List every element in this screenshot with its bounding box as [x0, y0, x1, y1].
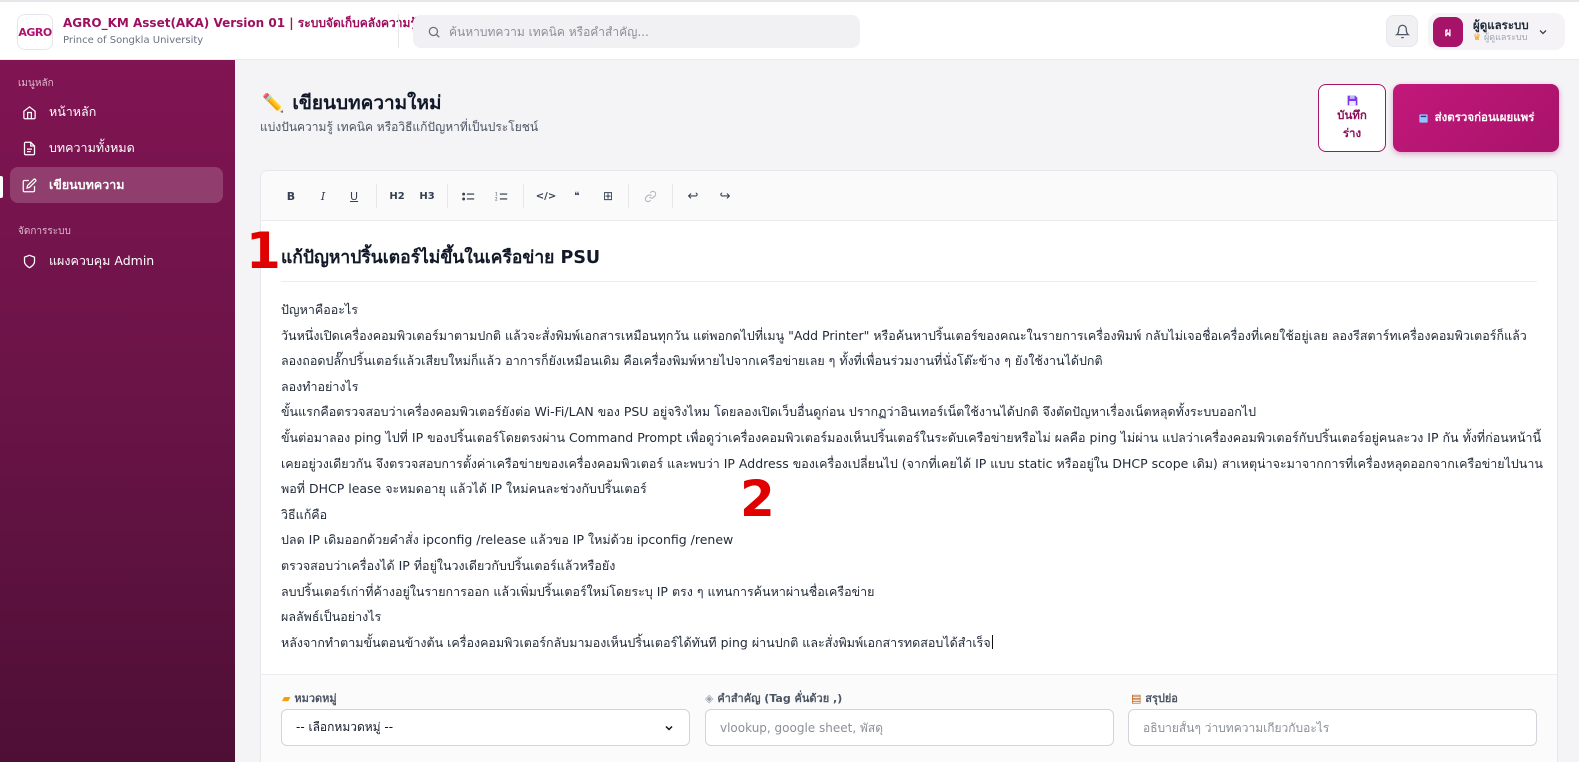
summary-field[interactable]	[1128, 709, 1537, 746]
header-divider	[398, 14, 399, 48]
text-caret	[991, 634, 993, 649]
italic-button[interactable]: I	[315, 186, 331, 206]
sidebar-section-admin: จัดการระบบ	[18, 226, 71, 237]
summary-input[interactable]	[1143, 720, 1522, 735]
body-paragraph: ขั้นแรกคือตรวจสอบว่าเครื่องคอมพิวเตอร์ยั…	[281, 404, 1257, 420]
sidebar-item-label: บทความทั้งหมด	[49, 140, 135, 155]
numbered-list-icon: 12	[495, 191, 507, 201]
save-draft-label-1: บันทึก	[1337, 107, 1367, 122]
sidebar-item-label: หน้าหลัก	[49, 104, 97, 119]
body-step: ลบปริ้นเตอร์เก่าที่ค้างอยู่ในรายการออก แ…	[281, 583, 875, 599]
bullet-list-icon	[461, 192, 474, 200]
user-menu[interactable]: ผ ผู้ดูแลระบบ ♛ ผู้ดูแลระบบ	[1428, 13, 1565, 50]
notification-button[interactable]	[1386, 15, 1418, 47]
sidebar-item-label: แผงควบคุม Admin	[49, 253, 155, 268]
app-subtitle: Prince of Songkla University	[63, 35, 204, 46]
sidebar-item-home[interactable]: หน้าหลัก	[10, 94, 223, 130]
page-title: ✏️ เขียนบทความใหม่	[262, 88, 442, 118]
category-label: ▰ หมวดหมู่	[282, 692, 337, 705]
bullet-list-button[interactable]	[459, 186, 477, 206]
user-name: ผู้ดูแลระบบ	[1473, 18, 1529, 33]
category-select[interactable]: -- เลือกหมวดหมู่ --	[281, 709, 690, 746]
category-value: -- เลือกหมวดหมู่ --	[296, 720, 394, 734]
body-paragraph: ขั้นต่อมาลอง ping ไปที่ IP ของปริ้นเตอร์…	[281, 429, 1543, 497]
body-heading: วิธีแก้คือ	[281, 506, 328, 522]
sidebar: เมนูหลัก หน้าหลัก บทความทั้งหมด เขียนบทค…	[0, 60, 235, 762]
folder-icon: ▰	[282, 692, 291, 705]
underline-button[interactable]: U	[346, 186, 362, 206]
edit-icon	[22, 178, 37, 192]
body-paragraph-last: หลังจากทำตามขั้นตอนข้างต้น เครื่องคอมพิว…	[281, 634, 993, 650]
body-step: ปลด IP เดิมออกด้วยคำสั่ง ipconfig /relea…	[281, 532, 734, 548]
page-subtitle: แบ่งปันความรู้ เทคนิค หรือวิธีแก้ปัญหาที…	[260, 120, 539, 134]
editor-toolbar: B I U H2 H3 12 </> ❝ ⊞ ↩ ↪	[261, 171, 1557, 221]
sidebar-item-write[interactable]: เขียนบทความ	[10, 167, 223, 203]
heading3-button[interactable]: H3	[417, 186, 437, 206]
app-title: AGRO_KM Asset(AKA) Version 01 | ระบบจัดเ…	[63, 16, 417, 30]
bold-button[interactable]: B	[283, 186, 299, 206]
annotation-marker-1: 1	[246, 222, 281, 280]
active-indicator	[0, 176, 3, 198]
search-input[interactable]	[449, 24, 849, 39]
undo-button[interactable]: ↩	[684, 186, 702, 206]
svg-text:2: 2	[495, 196, 498, 201]
chevron-down-icon	[665, 725, 673, 731]
redo-button[interactable]: ↪	[716, 186, 734, 206]
save-draft-label-2: ร่าง	[1342, 125, 1362, 140]
submit-review-button[interactable]: ส่งตรวจก่อนเผยแพร่	[1393, 84, 1559, 152]
heading2-button[interactable]: H2	[387, 186, 407, 206]
tags-field[interactable]	[705, 709, 1114, 746]
body-heading: ลองทำอย่างไร	[281, 378, 359, 394]
annotation-marker-2: 2	[740, 470, 775, 528]
chevron-down-icon	[1539, 29, 1547, 34]
search-icon	[428, 26, 440, 38]
avatar: ผ	[1433, 16, 1463, 47]
crown-icon: ♛	[1473, 32, 1482, 43]
top-header: AGRO AGRO_KM Asset(AKA) Version 01 | ระบ…	[0, 0, 1579, 60]
app-logo[interactable]: AGRO	[17, 14, 53, 50]
body-paragraph: วันหนึ่งเปิดเครื่องคอมพิวเตอร์มาตามปกติ …	[281, 327, 1527, 369]
title-divider	[281, 281, 1537, 282]
book-icon	[1418, 113, 1428, 123]
link-button[interactable]	[641, 186, 659, 206]
toolbar-divider	[447, 184, 448, 208]
quote-button[interactable]: ❝	[569, 186, 585, 206]
numbered-list-button[interactable]: 12	[492, 186, 510, 206]
pencil-icon: ✏️	[262, 92, 285, 114]
tag-icon: ◈	[705, 692, 714, 705]
search-box[interactable]	[413, 15, 860, 48]
save-draft-button[interactable]: บันทึก ร่าง	[1318, 84, 1386, 152]
toolbar-divider	[672, 184, 673, 208]
bell-icon	[1394, 24, 1410, 38]
sidebar-section-main: เมนูหลัก	[18, 78, 54, 89]
submit-review-label: ส่งตรวจก่อนเผยแพร่	[1434, 110, 1535, 124]
body-step: ตรวจสอบว่าเครื่องได้ IP ที่อยู่ในวงเดียว…	[281, 557, 616, 573]
table-button[interactable]: ⊞	[600, 186, 616, 206]
sidebar-item-articles[interactable]: บทความทั้งหมด	[10, 130, 223, 166]
shield-icon	[23, 254, 36, 268]
body-heading: ปัญหาคืออะไร	[281, 302, 358, 317]
clipboard-icon: ▤	[1131, 692, 1142, 705]
summary-label: ▤ สรุปย่อ	[1131, 692, 1178, 705]
article-title[interactable]: แก้ปัญหาปริ้นเตอร์ไม่ขึ้นในเครือข่าย PSU	[281, 243, 600, 271]
article-body[interactable]: ปัญหาคืออะไร วันหนึ่งเปิดเครื่องคอมพิวเต…	[281, 297, 1543, 655]
tags-label: ◈ คำสำคัญ (Tag คั่นด้วย ,)	[705, 692, 843, 705]
home-icon	[23, 105, 36, 119]
save-icon	[1347, 95, 1357, 106]
document-icon	[23, 141, 36, 155]
toolbar-divider	[628, 184, 629, 208]
body-heading: ผลลัพธ์เป็นอย่างไร	[281, 609, 382, 625]
sidebar-item-label: เขียนบทความ	[49, 177, 125, 192]
link-icon	[644, 190, 656, 202]
toolbar-divider	[523, 184, 524, 208]
user-role: ♛ ผู้ดูแลระบบ	[1473, 32, 1528, 43]
toolbar-divider	[376, 184, 377, 208]
tags-input[interactable]	[720, 720, 1099, 735]
code-button[interactable]: </>	[536, 186, 556, 206]
sidebar-item-admin[interactable]: แผงควบคุม Admin	[10, 243, 223, 279]
page-title-text: เขียนบทความใหม่	[292, 92, 442, 114]
